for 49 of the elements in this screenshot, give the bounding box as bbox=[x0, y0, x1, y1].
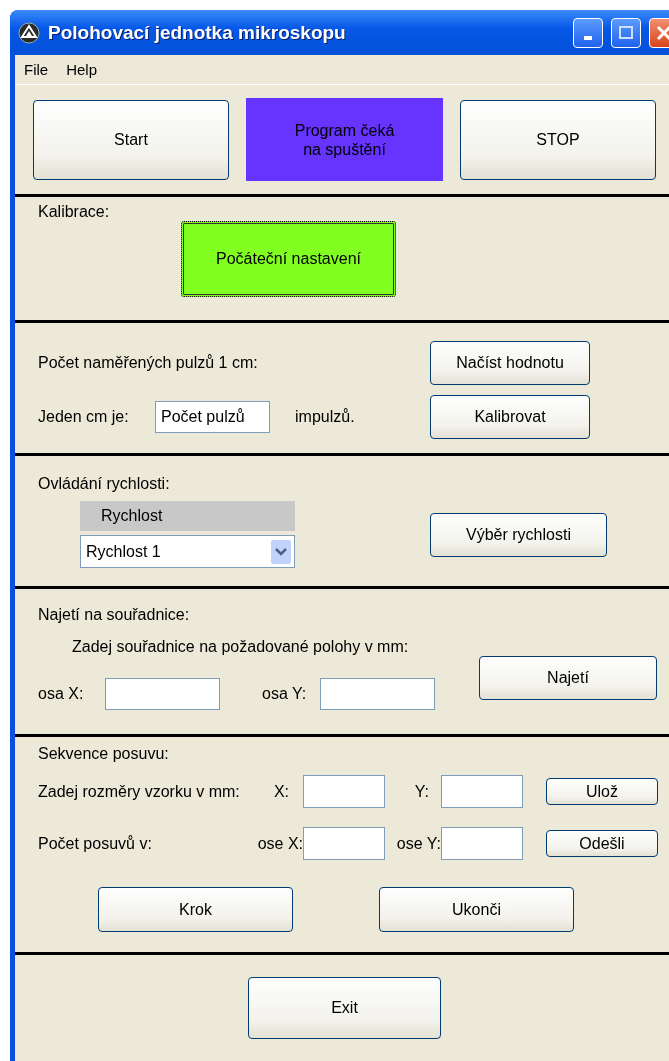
menu-item[interactable]: File bbox=[24, 61, 49, 78]
send-button[interactable]: Odešli bbox=[546, 830, 658, 857]
unit-label: impulzů. bbox=[295, 408, 355, 426]
field-label: osa Y: bbox=[261, 685, 308, 703]
field-label: Zadej rozměry vzorku v mm: bbox=[38, 782, 240, 801]
start-button[interactable]: Start bbox=[33, 99, 229, 180]
y-coordinate-field[interactable] bbox=[320, 678, 435, 710]
initial-setup-button[interactable]: Počáteční nastavení bbox=[181, 221, 396, 297]
x-coordinate-field[interactable] bbox=[105, 678, 220, 710]
field-label: Jeden cm je: bbox=[38, 408, 130, 426]
speed-dropdown[interactable]: Rychlost 1 bbox=[80, 535, 295, 568]
calibrate-button[interactable]: Kalibrovat bbox=[430, 395, 590, 439]
status-text: Program čeká bbox=[294, 120, 395, 140]
status-text: na spuštění bbox=[303, 139, 386, 159]
speed-select-button[interactable]: Výběr rychlosti bbox=[430, 512, 607, 557]
hint-text: Zadej souřadnice na požadované polohy v mm: bbox=[71, 638, 410, 656]
minimize-icon bbox=[584, 35, 592, 40]
close-icon bbox=[656, 24, 669, 41]
exit-button[interactable]: Exit bbox=[248, 977, 441, 1039]
maximize-button[interactable] bbox=[611, 17, 641, 48]
count-y-field[interactable] bbox=[441, 827, 523, 860]
field-label: Počet posuvů v: bbox=[38, 834, 152, 853]
section-label: Sekvence posuvu: bbox=[38, 745, 170, 763]
save-button[interactable]: Ulož bbox=[546, 778, 658, 805]
size-y-field[interactable] bbox=[441, 775, 523, 808]
pulse-count-label: Počet naměřených pulzů 1 cm: bbox=[38, 354, 259, 372]
app-icon bbox=[18, 21, 40, 44]
section-label: Ovládání rychlosti: bbox=[38, 475, 171, 493]
field-label: ose Y: bbox=[396, 834, 441, 853]
field-label: ose X: bbox=[257, 834, 303, 853]
size-x-field[interactable] bbox=[303, 775, 385, 808]
group-title: Rychlost bbox=[101, 507, 163, 525]
field-label: X: bbox=[273, 782, 289, 801]
window-title: Polohovací jednotka mikroskopu bbox=[48, 21, 346, 44]
chevron-down-icon bbox=[271, 539, 291, 564]
section-label: Najetí na souřadnice: bbox=[38, 606, 191, 624]
step-button[interactable]: Krok bbox=[98, 887, 293, 932]
finish-button[interactable]: Ukonči bbox=[379, 887, 574, 932]
section-label: Kalibrace: bbox=[38, 203, 110, 221]
menu-item[interactable]: Help bbox=[66, 61, 98, 78]
field-label: Y: bbox=[414, 782, 429, 801]
count-x-field[interactable] bbox=[303, 827, 385, 860]
pulse-input-field[interactable]: Počet pulzů bbox=[155, 401, 270, 433]
move-button[interactable]: Najetí bbox=[479, 656, 657, 700]
read-value-button[interactable]: Načíst hodnotu bbox=[430, 341, 590, 385]
field-label: osa X: bbox=[38, 685, 85, 703]
stop-button[interactable]: STOP bbox=[460, 99, 656, 180]
maximize-icon bbox=[618, 24, 634, 41]
minimize-button[interactable] bbox=[573, 17, 603, 48]
